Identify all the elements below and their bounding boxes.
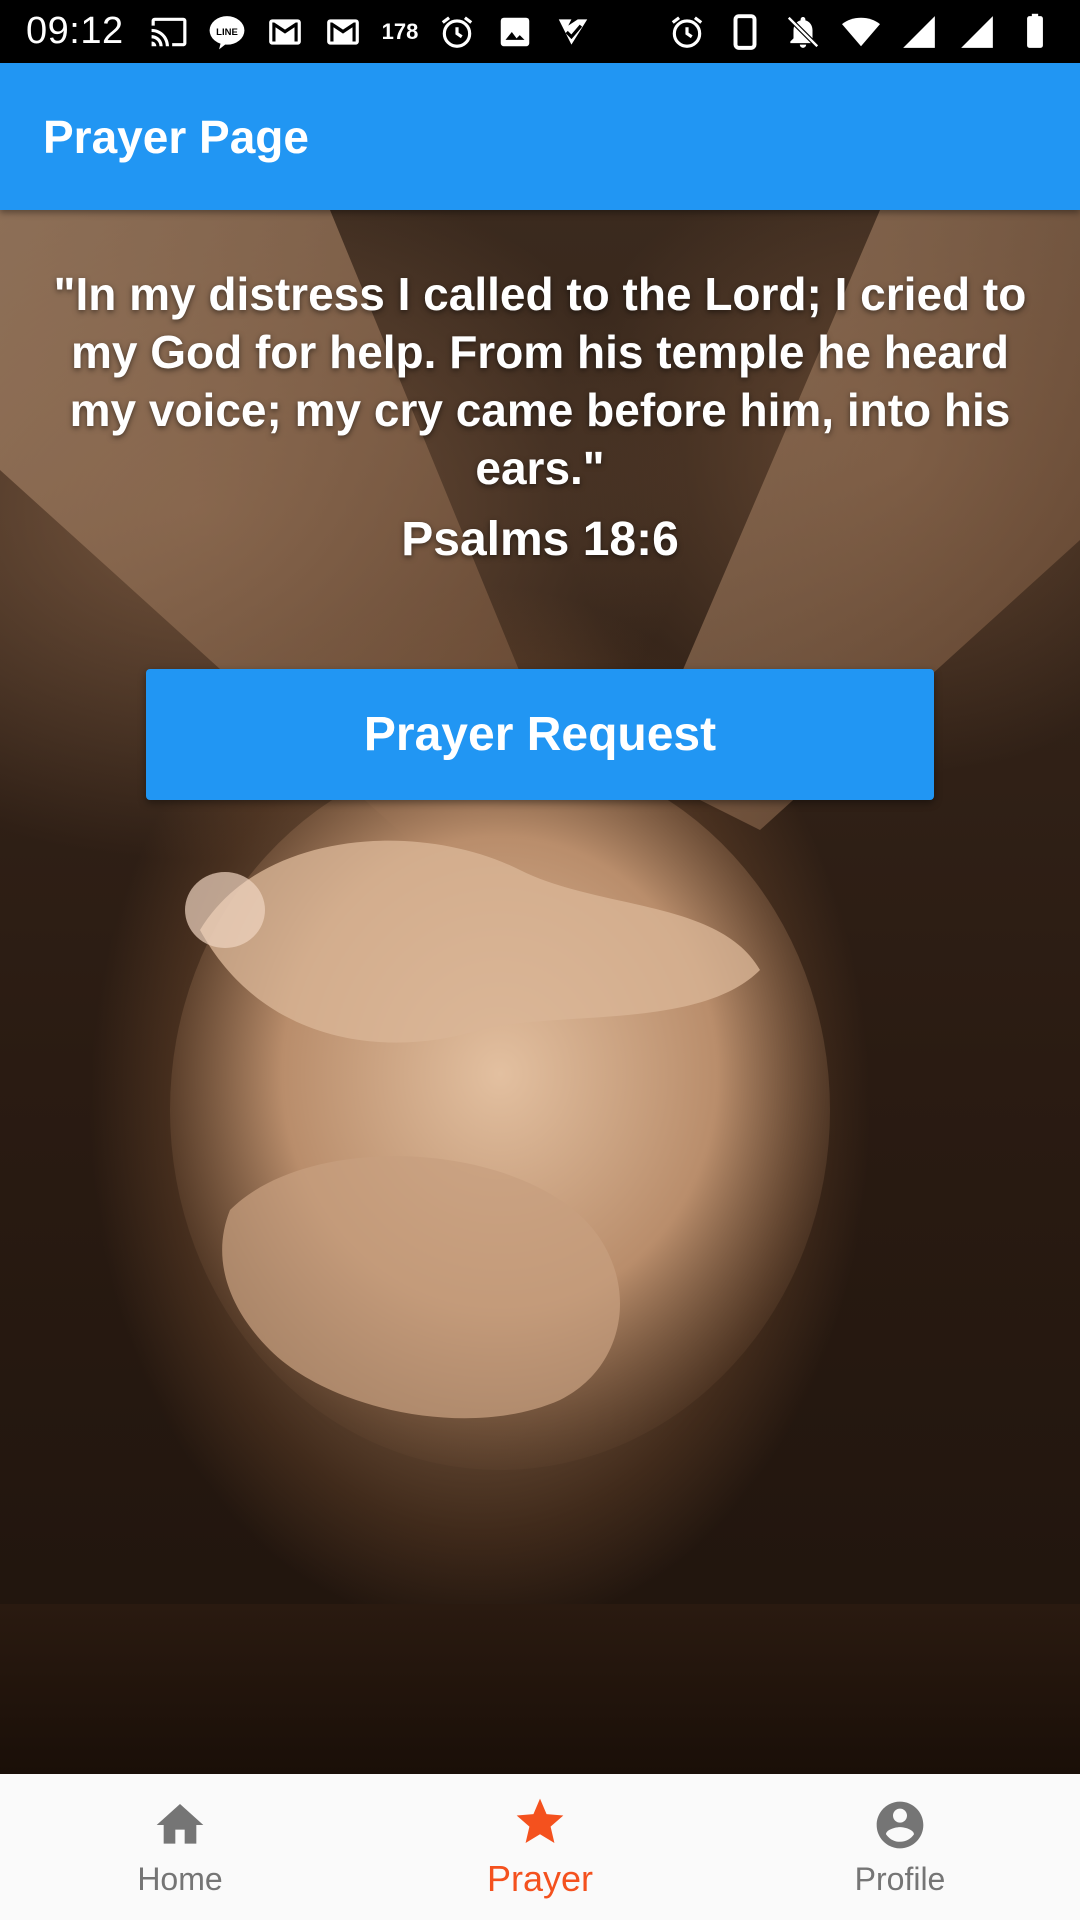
alarm-icon: [668, 13, 706, 51]
nav-item-prayer[interactable]: Prayer: [360, 1774, 720, 1920]
alarm-icon: [438, 13, 476, 51]
check-icon: [554, 13, 592, 51]
nav-item-home[interactable]: Home: [0, 1774, 360, 1920]
page-title: Prayer Page: [43, 110, 309, 163]
notification-count: 178: [381, 18, 419, 44]
status-right: [668, 13, 1054, 51]
star-icon: [512, 1794, 568, 1850]
bible-verse: "In my distress I called to the Lord; I …: [53, 268, 1027, 494]
prayer-request-button[interactable]: Prayer Request: [146, 669, 934, 800]
home-icon: [152, 1797, 208, 1853]
status-left: 09:12 LINE 178: [26, 10, 592, 53]
image-icon: [496, 13, 534, 51]
content-area: "In my distress I called to the Lord; I …: [0, 210, 1080, 1774]
gmail-icon: [266, 13, 304, 51]
bell-off-icon: [784, 13, 822, 51]
cast-icon: [150, 13, 188, 51]
phone-icon: [726, 13, 764, 51]
verse-reference: Psalms 18:6: [401, 513, 679, 566]
gmail-icon: [324, 13, 362, 51]
floor-strip: [0, 1604, 1080, 1774]
status-bar: 09:12 LINE 178: [0, 0, 1080, 63]
wifi-icon: [842, 13, 880, 51]
nav-label-prayer: Prayer: [486, 1858, 594, 1899]
app-bar: Prayer Page: [0, 63, 1080, 210]
account-circle-icon: [872, 1797, 928, 1853]
signal-icon: [900, 13, 938, 51]
battery-icon: [1016, 13, 1054, 51]
prayer-screen: 09:12 LINE 178 Prayer Page "In my distre…: [0, 0, 1080, 1920]
status-time: 09:12: [26, 10, 124, 52]
line-icon: LINE: [208, 13, 246, 51]
nav-label-home: Home: [137, 1860, 223, 1897]
svg-text:LINE: LINE: [216, 27, 238, 38]
bottom-navigation: Home Prayer Profile: [0, 1774, 1080, 1920]
nav-item-profile[interactable]: Profile: [720, 1774, 1080, 1920]
nav-label-profile: Profile: [854, 1860, 946, 1897]
signal-icon: [958, 13, 996, 51]
